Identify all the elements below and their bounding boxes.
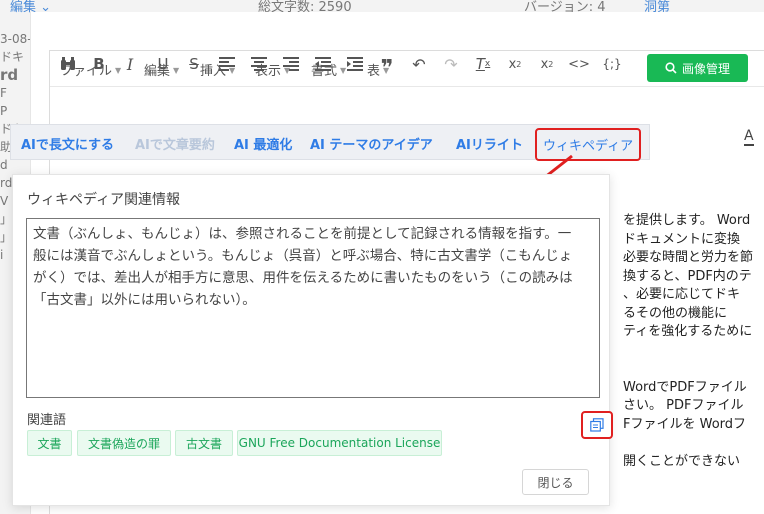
clear-format-icon[interactable]: Tx: [473, 54, 493, 74]
wiki-text-line: がく）では、差出人が相手方に意思、用件を伝えるために書いたものをいう（この読みは: [33, 270, 573, 286]
chevron-down-icon: ▼: [173, 66, 180, 75]
bg-fragment: 3-08-: [0, 32, 30, 46]
panel-title: ウィキペディア関連情報: [27, 192, 181, 208]
editor-content[interactable]: を提供します。 Word ドキュメントに変換 必要な時間と労力を節 換すると、P…: [623, 212, 764, 471]
related-tag[interactable]: 古文書: [175, 430, 233, 456]
wiki-text-line: 般には漢音でぶんしょという。もんじょ（呉音）と呼ぶ場合、特に古文書学（こもんじょ: [33, 248, 573, 264]
close-button[interactable]: 閉じる: [522, 469, 589, 495]
ai-optimize-button[interactable]: AI 最適化: [234, 134, 292, 153]
related-terms-label: 関連語: [27, 413, 67, 428]
wikipedia-text-area[interactable]: 文書（ぶんしょ、もんじょ）は、参照されることを前提として記録される情報を指す。一…: [26, 218, 613, 439]
related-tag[interactable]: 文書偽造の罪: [77, 430, 171, 456]
ai-theme-ideas-button[interactable]: AI テーマのアイデア: [310, 134, 433, 153]
bold-icon[interactable]: B: [89, 54, 109, 74]
align-right-icon[interactable]: [281, 54, 301, 74]
code-icon[interactable]: <>: [568, 54, 590, 74]
search-icon: [665, 62, 677, 74]
copy-button[interactable]: [581, 411, 613, 439]
subscript-icon[interactable]: x2: [505, 54, 525, 74]
editor-line: ティを強化するために: [623, 324, 753, 339]
editor-line: るその他の機能に: [623, 305, 728, 321]
undo-icon[interactable]: ↶: [409, 54, 429, 74]
quote-icon[interactable]: ❞: [377, 54, 397, 81]
editor-line: 必要な時間と労力を節: [623, 250, 754, 265]
font-color-icon[interactable]: A: [744, 128, 754, 146]
superscript-icon[interactable]: x2: [537, 54, 557, 74]
ai-lengthen-button[interactable]: AIで長文にする: [21, 134, 114, 153]
editor-line: 開くことができない: [623, 453, 741, 469]
editor-line: さい。 PDFファイル: [623, 398, 744, 413]
related-tag[interactable]: GNU Free Documentation License: [237, 430, 442, 456]
editor-line: 換すると、PDF内のテ: [623, 268, 752, 284]
template-icon[interactable]: {;}: [600, 54, 624, 74]
align-left-icon[interactable]: [217, 54, 237, 74]
bg-fragment: P: [0, 104, 8, 118]
image-manager-button[interactable]: 画像管理: [647, 54, 748, 82]
wiki-text-line: 文書（ぶんしょ、もんじょ）は、参照されることを前提として記録される情報を指す。一: [33, 226, 572, 242]
strikethrough-icon[interactable]: S: [184, 54, 204, 74]
image-manager-label: 画像管理: [681, 61, 730, 76]
editor-line: を提供します。 Word: [623, 213, 751, 228]
bg-fragment: F: [0, 86, 7, 100]
editor-line: ドキュメントに変換: [623, 231, 741, 247]
wikipedia-panel: ウィキペディア関連情報 文書（ぶんしょ、もんじょ）は、参照されることを前提として…: [12, 174, 613, 506]
related-tag[interactable]: 文書: [27, 430, 72, 456]
italic-icon[interactable]: I: [120, 54, 140, 74]
binoculars-icon[interactable]: [58, 54, 78, 74]
ai-summarize-button[interactable]: AIで文章要約: [135, 134, 215, 153]
editor-line: 、必要に応じてドキ: [623, 287, 741, 302]
editor-line: Fファイルを Wordフ: [623, 416, 747, 432]
indent-icon[interactable]: [345, 54, 365, 74]
editor-line: WordでPDFファイル: [623, 379, 747, 395]
wikipedia-text: 文書（ぶんしょ、もんじょ）は、参照されることを前提として記録される情報を指す。一…: [33, 223, 595, 311]
bg-fragment: ドキ: [0, 50, 25, 64]
underline-icon[interactable]: U: [153, 54, 173, 74]
redo-icon[interactable]: ↷: [441, 54, 461, 74]
align-center-icon[interactable]: [249, 54, 269, 74]
copy-icon: [590, 418, 604, 432]
wiki-text-line: 「古文書」以外には用いられない）。: [33, 292, 256, 308]
outdent-icon[interactable]: [313, 54, 333, 74]
bg-fragment: rd: [0, 66, 19, 84]
ai-rewrite-button[interactable]: AIリライト: [456, 134, 523, 153]
